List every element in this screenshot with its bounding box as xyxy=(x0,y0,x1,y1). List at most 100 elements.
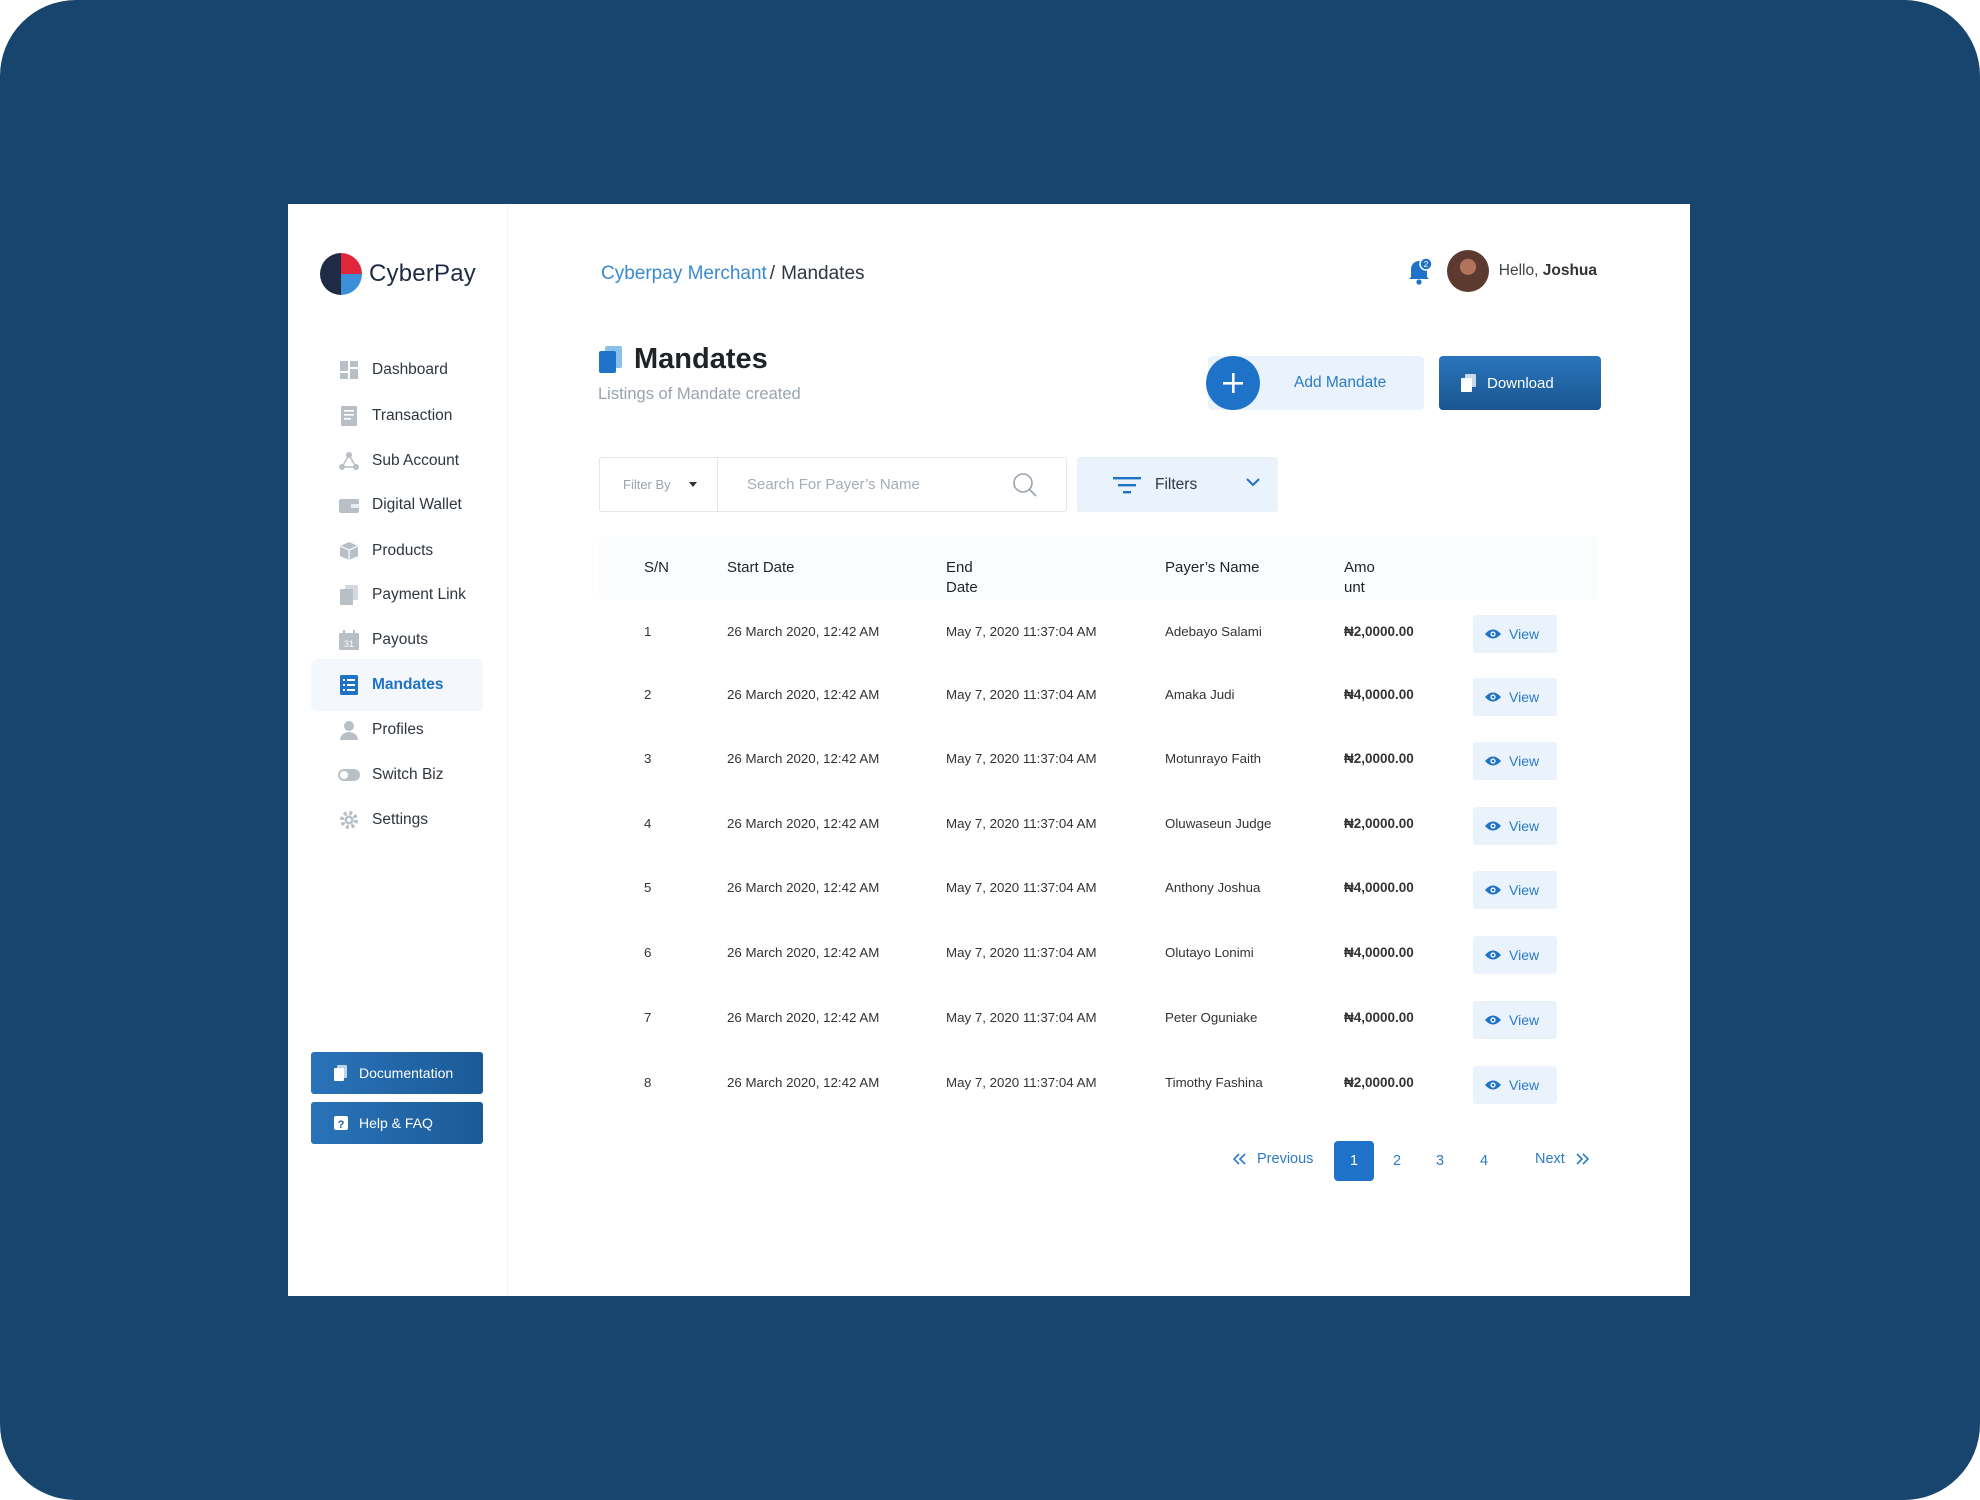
view-label: View xyxy=(1509,1077,1540,1093)
user-area: 2 Hello, Joshua xyxy=(1403,250,1597,292)
table-header: S/N Start Date End Date Payer’s Name Amo… xyxy=(599,536,1597,600)
page-button-4[interactable]: 4 xyxy=(1464,1141,1504,1181)
view-button[interactable]: View xyxy=(1473,615,1557,653)
view-button[interactable]: View xyxy=(1473,742,1557,780)
page-button-1[interactable]: 1 xyxy=(1334,1141,1374,1181)
sidebar-item-label: Products xyxy=(372,542,434,559)
cell-end-date: May 7, 2020 11:37:04 AM xyxy=(946,624,1097,639)
cyberpay-logo-icon xyxy=(320,253,362,295)
view-label: View xyxy=(1509,1012,1540,1028)
view-button[interactable]: View xyxy=(1473,1066,1557,1104)
view-button[interactable]: View xyxy=(1473,871,1557,909)
table-row: 4 26 March 2020, 12:42 AM May 7, 2020 11:3… xyxy=(599,799,1597,849)
page-button-3[interactable]: 3 xyxy=(1420,1141,1460,1181)
filter-by-dropdown[interactable]: Filter By xyxy=(600,458,718,511)
previous-page-button[interactable]: Previous xyxy=(1233,1151,1313,1167)
add-mandate-button[interactable]: Add Mandate xyxy=(1206,356,1424,410)
cell-payer-name: Motunrayo Faith xyxy=(1165,751,1262,766)
next-label: Next xyxy=(1535,1151,1565,1167)
cell-sn: 7 xyxy=(644,1010,652,1025)
view-label: View xyxy=(1509,947,1540,963)
table-row: 2 26 March 2020, 12:42 AM May 7, 2020 11:3… xyxy=(599,670,1597,720)
filters-button[interactable]: Filters xyxy=(1077,457,1278,512)
view-button[interactable]: View xyxy=(1473,807,1557,845)
cell-end-date: May 7, 2020 11:37:04 AM xyxy=(946,751,1097,766)
view-button[interactable]: View xyxy=(1473,678,1557,716)
user-name: Joshua xyxy=(1542,262,1597,279)
next-page-button[interactable]: Next xyxy=(1535,1151,1589,1167)
view-label: View xyxy=(1509,626,1540,642)
cell-amount: ₦2,0000.00 xyxy=(1344,816,1414,831)
download-button[interactable]: Download xyxy=(1439,356,1601,410)
document-icon xyxy=(333,1065,349,1081)
filter-by-label: Filter By xyxy=(623,477,671,492)
cell-start-date: 26 March 2020, 12:42 AM xyxy=(727,880,880,895)
toggle-icon xyxy=(338,764,360,786)
cell-start-date: 26 March 2020, 12:42 AM xyxy=(727,816,880,831)
eye-icon xyxy=(1485,885,1501,895)
cell-end-date: May 7, 2020 11:37:04 AM xyxy=(946,945,1097,960)
plus-icon xyxy=(1206,356,1260,410)
avatar[interactable] xyxy=(1446,250,1489,292)
cell-end-date: May 7, 2020 11:37:04 AM xyxy=(946,687,1097,702)
breadcrumb-separator: / xyxy=(769,263,776,284)
eye-icon xyxy=(1485,629,1501,639)
dashboard-icon xyxy=(338,359,360,381)
cell-start-date: 26 March 2020, 12:42 AM xyxy=(727,624,880,639)
eye-icon xyxy=(1485,692,1501,702)
double-chevron-left-icon xyxy=(1233,1153,1246,1165)
cell-end-date: May 7, 2020 11:37:04 AM xyxy=(946,1075,1097,1090)
header-amount: Amo unt xyxy=(1344,558,1375,598)
view-label: View xyxy=(1509,882,1540,898)
breadcrumb: Cyberpay Merchant / Mandates xyxy=(601,263,865,285)
cell-start-date: 26 March 2020, 12:42 AM xyxy=(727,687,880,702)
documentation-button[interactable]: Documentation xyxy=(311,1052,483,1094)
receipt-icon xyxy=(338,405,360,427)
cell-payer-name: Anthony Joshua xyxy=(1165,880,1261,895)
chevron-down-icon xyxy=(1246,478,1260,487)
sidebar-item-label: Digital Wallet xyxy=(372,496,462,513)
header-amount-line2: unt xyxy=(1344,579,1365,596)
cell-sn: 5 xyxy=(644,880,652,895)
cell-sn: 1 xyxy=(644,624,652,639)
cell-start-date: 26 March 2020, 12:42 AM xyxy=(727,945,880,960)
search-icon[interactable] xyxy=(1012,472,1038,498)
sidebar-item-label: Settings xyxy=(372,811,429,828)
svg-text:?: ? xyxy=(338,1119,345,1131)
header-end-date: End Date xyxy=(946,558,978,598)
breadcrumb-root-link[interactable]: Cyberpay Merchant xyxy=(601,263,767,285)
cell-sn: 4 xyxy=(644,816,652,831)
notification-count: 2 xyxy=(1423,259,1428,269)
sidebar-item-label: Transaction xyxy=(372,407,453,424)
header-start-date: Start Date xyxy=(727,559,795,576)
help-faq-button[interactable]: ? Help & FAQ xyxy=(311,1102,483,1144)
cell-end-date: May 7, 2020 11:37:04 AM xyxy=(946,816,1097,831)
sidebar-item-dashboard[interactable]: Dashboard xyxy=(311,344,483,396)
help-icon: ? xyxy=(333,1115,349,1131)
header-end-date-line2: Date xyxy=(946,579,978,596)
page-button-2[interactable]: 2 xyxy=(1377,1141,1417,1181)
view-button[interactable]: View xyxy=(1473,1001,1557,1039)
page-title: Mandates xyxy=(598,343,768,376)
notification-button[interactable]: 2 xyxy=(1403,255,1435,287)
pagination: Previous 1234 Next xyxy=(508,1141,1690,1181)
table-row: 5 26 March 2020, 12:42 AM May 7, 2020 11:3… xyxy=(599,863,1597,913)
cell-sn: 6 xyxy=(644,945,652,960)
brand-logo[interactable]: CyberPay xyxy=(320,253,476,295)
sidebar-item-label: Mandates xyxy=(372,676,444,693)
cell-amount: ₦2,0000.00 xyxy=(1344,624,1414,639)
eye-icon xyxy=(1485,756,1501,766)
documents-icon xyxy=(338,584,360,606)
sidebar-item-digital-wallet[interactable]: Digital Wallet xyxy=(311,479,483,531)
cell-sn: 3 xyxy=(644,751,652,766)
view-button[interactable]: View xyxy=(1473,936,1557,974)
cell-start-date: 26 March 2020, 12:42 AM xyxy=(727,751,880,766)
cell-amount: ₦2,0000.00 xyxy=(1344,1075,1414,1090)
app-window: CyberPay Dashboard Transaction Sub Account… xyxy=(288,204,1690,1296)
cell-payer-name: Peter Oguniake xyxy=(1165,1010,1258,1025)
table-row: 6 26 March 2020, 12:42 AM May 7, 2020 11:3… xyxy=(599,928,1597,978)
network-icon xyxy=(338,450,360,472)
cell-payer-name: Olutayo Lonimi xyxy=(1165,945,1254,960)
sidebar-item-settings[interactable]: Settings xyxy=(311,794,483,846)
cell-end-date: May 7, 2020 11:37:04 AM xyxy=(946,1010,1097,1025)
